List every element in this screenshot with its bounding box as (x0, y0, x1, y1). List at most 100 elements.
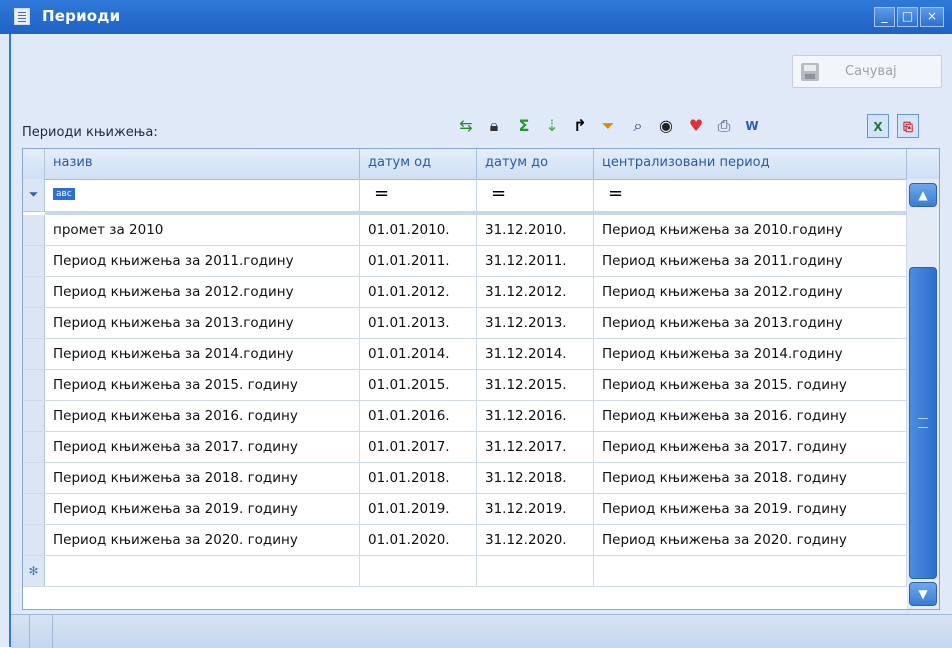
table-row[interactable]: Период књижења за 2020. годину 01.01.2020… (23, 525, 907, 556)
close-button[interactable]: × (920, 7, 944, 27)
minimize-button[interactable]: _ (874, 7, 895, 27)
cell-datum-do[interactable]: 31.12.2013. (477, 308, 594, 338)
maximize-button[interactable]: □ (897, 7, 918, 27)
row-indicator[interactable] (23, 215, 45, 245)
cell-centralizovani-period[interactable]: Период књижења за 2015. годину (594, 370, 907, 400)
column-header-naziv[interactable]: назив (45, 149, 360, 179)
filter-centralizovani-period[interactable]: = (594, 179, 907, 211)
cell-centralizovani-period[interactable]: Период књижења за 2016. годину (594, 401, 907, 431)
cell-datum-do[interactable]: 31.12.2010. (477, 215, 594, 245)
row-indicator[interactable] (23, 308, 45, 338)
new-row-cell-centralizovani-period[interactable] (594, 556, 907, 586)
cell-datum-do[interactable]: 31.12.2020. (477, 525, 594, 555)
row-indicator[interactable] (23, 339, 45, 369)
cell-centralizovani-period[interactable]: Период књижења за 2012.годину (594, 277, 907, 307)
refresh-icon[interactable]: ⇆ (455, 114, 477, 138)
table-row[interactable]: промет за 2010 01.01.2010. 31.12.2010. Пери… (23, 215, 907, 246)
table-row[interactable]: Период књижења за 2011.годину 01.01.2011.… (23, 246, 907, 277)
cell-centralizovani-period[interactable]: Период књижења за 2019. годину (594, 494, 907, 524)
row-indicator[interactable] (23, 494, 45, 524)
scroll-down-button[interactable]: ▼ (909, 582, 937, 606)
export-pdf-icon[interactable]: ⎘ (897, 114, 919, 138)
cell-naziv[interactable]: Период књижења за 2017. годину (45, 432, 360, 462)
cell-datum-do[interactable]: 31.12.2018. (477, 463, 594, 493)
new-row-cell-datum-od[interactable] (360, 556, 477, 586)
new-row[interactable]: ✻ (23, 556, 907, 587)
column-header-datum-do[interactable]: датум до (477, 149, 594, 179)
cell-naziv[interactable]: Период књижења за 2011.годину (45, 246, 360, 276)
lock-icon[interactable]: 🔒︎ (483, 114, 505, 138)
cell-naziv[interactable]: Период књижења за 2015. годину (45, 370, 360, 400)
cell-naziv[interactable]: Период књижења за 2012.годину (45, 277, 360, 307)
cell-datum-do[interactable]: 31.12.2014. (477, 339, 594, 369)
cell-datum-od[interactable]: 01.01.2020. (360, 525, 477, 555)
cell-naziv[interactable]: Период књижења за 2020. годину (45, 525, 360, 555)
cell-datum-od[interactable]: 01.01.2017. (360, 432, 477, 462)
cell-datum-od[interactable]: 01.01.2014. (360, 339, 477, 369)
cell-centralizovani-period[interactable]: Период књижења за 2011.годину (594, 246, 907, 276)
cell-centralizovani-period[interactable]: Период књижења за 2018. годину (594, 463, 907, 493)
cell-datum-od[interactable]: 01.01.2019. (360, 494, 477, 524)
filter-icon[interactable]: ⏷ (597, 114, 619, 138)
row-indicator[interactable] (23, 432, 45, 462)
cell-datum-do[interactable]: 31.12.2019. (477, 494, 594, 524)
scroll-thumb[interactable] (909, 267, 937, 579)
cell-naziv[interactable]: Период књижења за 2014.годину (45, 339, 360, 369)
cell-centralizovani-period[interactable]: Период књижења за 2013.годину (594, 308, 907, 338)
new-row-cell-naziv[interactable] (45, 556, 360, 586)
filter-datum-od[interactable]: = (360, 179, 477, 211)
cell-datum-od[interactable]: 01.01.2015. (360, 370, 477, 400)
cell-naziv[interactable]: Период књижења за 2013.годину (45, 308, 360, 338)
expand-icon[interactable]: ⇣ (541, 114, 563, 138)
print-icon[interactable]: ⎙ (713, 114, 735, 138)
vertical-scrollbar[interactable]: ▲ ▼ (907, 179, 939, 609)
export-excel-icon[interactable]: X (867, 114, 889, 138)
new-row-cell-datum-do[interactable] (477, 556, 594, 586)
cell-datum-od[interactable]: 01.01.2011. (360, 246, 477, 276)
cell-naziv[interactable]: промет за 2010 (45, 215, 360, 245)
column-header-centralizovani-period[interactable]: централизовани период (594, 149, 907, 179)
cell-centralizovani-period[interactable]: Период књижења за 2020. годину (594, 525, 907, 555)
cell-centralizovani-period[interactable]: Период књижења за 2010.годину (594, 215, 907, 245)
row-indicator[interactable] (23, 401, 45, 431)
save-button[interactable]: Сачувај (792, 55, 942, 88)
cell-datum-do[interactable]: 31.12.2017. (477, 432, 594, 462)
view-icon[interactable]: ◉ (655, 114, 677, 138)
cell-naziv[interactable]: Период књижења за 2016. годину (45, 401, 360, 431)
cell-datum-do[interactable]: 31.12.2015. (477, 370, 594, 400)
cell-datum-do[interactable]: 31.12.2011. (477, 246, 594, 276)
table-row[interactable]: Период књижења за 2018. годину 01.01.2018… (23, 463, 907, 494)
cell-datum-od[interactable]: 01.01.2016. (360, 401, 477, 431)
export-word-icon[interactable]: W (741, 114, 763, 138)
column-header-datum-od[interactable]: датум од (360, 149, 477, 179)
cell-datum-do[interactable]: 31.12.2012. (477, 277, 594, 307)
table-row[interactable]: Период књижења за 2019. годину 01.01.2019… (23, 494, 907, 525)
sum-icon[interactable]: Σ (513, 114, 535, 138)
table-row[interactable]: Период књижења за 2015. годину 01.01.2015… (23, 370, 907, 401)
table-row[interactable]: Период књижења за 2013.годину 01.01.2013.… (23, 308, 907, 339)
cell-naziv[interactable]: Период књижења за 2019. годину (45, 494, 360, 524)
find-icon[interactable]: ⌕ (627, 114, 649, 138)
scroll-up-button[interactable]: ▲ (909, 183, 937, 207)
cell-naziv[interactable]: Период књижења за 2018. годину (45, 463, 360, 493)
row-indicator[interactable] (23, 463, 45, 493)
cell-datum-od[interactable]: 01.01.2013. (360, 308, 477, 338)
row-indicator[interactable] (23, 277, 45, 307)
table-row[interactable]: Период књижења за 2017. годину 01.01.2017… (23, 432, 907, 463)
row-indicator[interactable] (23, 525, 45, 555)
cell-centralizovani-period[interactable]: Период књижења за 2017. годину (594, 432, 907, 462)
filter-naziv[interactable]: авс (45, 179, 360, 211)
filter-datum-do[interactable]: = (477, 179, 594, 211)
cell-datum-od[interactable]: 01.01.2010. (360, 215, 477, 245)
cell-datum-od[interactable]: 01.01.2012. (360, 277, 477, 307)
cell-datum-od[interactable]: 01.01.2018. (360, 463, 477, 493)
row-indicator[interactable] (23, 370, 45, 400)
table-row[interactable]: Период књижења за 2014.годину 01.01.2014.… (23, 339, 907, 370)
table-row[interactable]: Период књижења за 2012.годину 01.01.2012.… (23, 277, 907, 308)
cell-datum-do[interactable]: 31.12.2016. (477, 401, 594, 431)
cell-centralizovani-period[interactable]: Период књижења за 2014.годину (594, 339, 907, 369)
row-indicator[interactable] (23, 246, 45, 276)
goto-icon[interactable]: ↱ (569, 114, 591, 138)
table-row[interactable]: Период књижења за 2016. годину 01.01.2016… (23, 401, 907, 432)
favorite-icon[interactable]: ♥ (685, 114, 707, 138)
